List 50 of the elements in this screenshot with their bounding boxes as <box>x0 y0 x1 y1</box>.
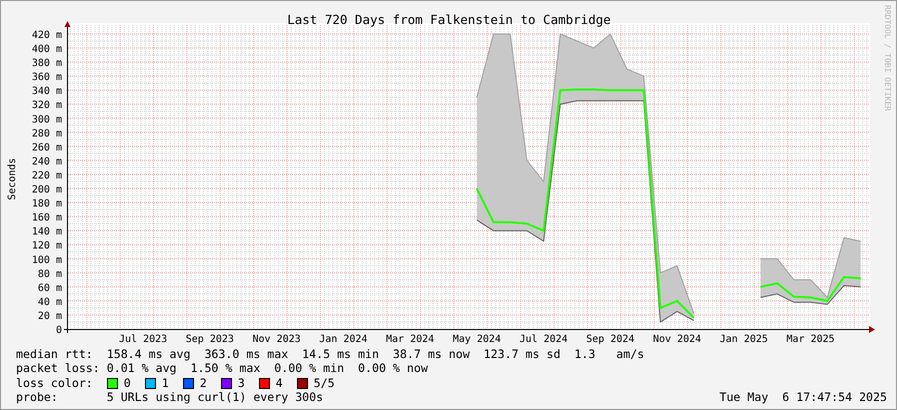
tick-label: 100 m <box>32 254 62 266</box>
tick-label: Nov 2023 <box>252 334 301 345</box>
legend-text: 0 <box>124 376 131 390</box>
tick-label: Jan 2024 <box>319 334 368 345</box>
legend-text: 158.4 ms avg 363.0 ms max 14.5 ms min 38.7 ms now 123.7 ms sd 1.3 am/s <box>106 347 644 362</box>
tick-label: 200 m <box>32 184 62 196</box>
tick-label: 340 m <box>32 86 62 98</box>
legend-label: probe: <box>16 390 59 405</box>
tick-label: 260 m <box>32 142 62 154</box>
tick-label: 80 m <box>38 268 62 280</box>
tick-label: Nov 2024 <box>653 334 702 345</box>
tick-label: 120 m <box>32 240 62 252</box>
chart-title: Last 720 Days from Falkenstein to Cambridge <box>287 12 611 27</box>
tick-label: 300 m <box>32 114 62 126</box>
legend-text: 1 <box>162 376 169 390</box>
legend-label: packet loss: <box>16 361 101 376</box>
tick-label: Mar 2025 <box>786 334 835 345</box>
tick-label: Sep 2024 <box>586 334 634 345</box>
tick-label: Jan 2025 <box>720 334 768 345</box>
tick-label: Jul 2024 <box>520 334 568 345</box>
tick-label: 360 m <box>32 72 62 84</box>
tick-label: Mar 2024 <box>386 334 434 345</box>
timestamp: Tue May 6 17:47:54 2025 <box>719 390 887 405</box>
tick-label: 160 m <box>32 212 62 224</box>
tick-label: 140 m <box>32 226 62 238</box>
tick-label: 400 m <box>32 44 62 56</box>
axis-label: Seconds <box>7 158 18 200</box>
legend-text: 3 <box>238 376 245 390</box>
tick-label: 240 m <box>32 156 62 168</box>
legend-label: loss color: <box>16 376 94 390</box>
credit-text: RRDTOOL / TOBI OETIKER <box>883 5 892 111</box>
legend-text: 0.01 % avg 1.50 % max 0.00 % min 0.00 % now <box>106 361 428 376</box>
legend-label: median rtt: <box>16 347 94 362</box>
legend-text: 4 <box>276 376 283 390</box>
tick-label: 0 <box>56 325 62 336</box>
legend-text: 2 <box>200 376 207 390</box>
tick-label: 40 m <box>38 296 62 308</box>
tick-label: Jul 2023 <box>119 334 168 345</box>
tick-label: May 2024 <box>452 334 501 345</box>
tick-label: 380 m <box>32 58 62 70</box>
tick-label: 180 m <box>32 198 62 210</box>
tick-label: 280 m <box>32 128 62 140</box>
legend-text: 5/5 <box>314 376 335 390</box>
tick-label: 60 m <box>38 282 62 294</box>
tick-label: 20 m <box>38 310 62 322</box>
legend-text: 5 URLs using curl(1) every 300s <box>106 390 324 405</box>
tick-label: 220 m <box>32 170 62 182</box>
tick-label: Sep 2023 <box>186 334 234 345</box>
tick-label: 420 m <box>32 30 62 41</box>
tick-label: 320 m <box>32 100 62 112</box>
